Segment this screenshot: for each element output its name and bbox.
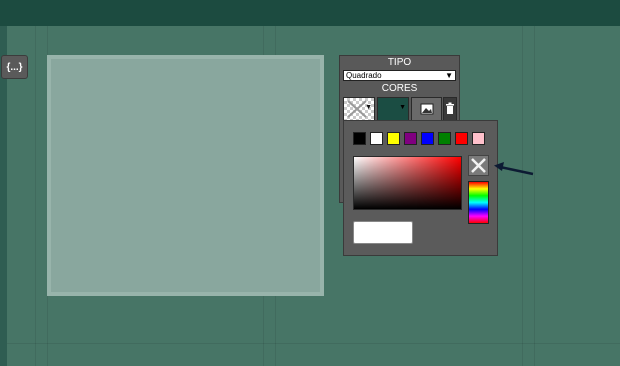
transparent-fill-button[interactable]: ▼ [343,97,375,121]
stroke-color-button[interactable]: ▼ [377,97,409,121]
guide-line [522,26,523,366]
chevron-down-icon: ▼ [445,71,453,80]
guide-line [534,26,535,366]
saturation-value-field[interactable] [353,156,462,210]
clear-color-button[interactable] [468,155,489,176]
preset-swatch-green[interactable] [438,132,451,145]
chevron-down-icon: ▼ [399,104,406,111]
colors-label: CORES [381,83,418,94]
preset-swatch-pink[interactable] [472,132,485,145]
collapse-button[interactable]: {...} [1,55,28,79]
preset-swatch-purple[interactable] [404,132,417,145]
image-icon [420,103,434,115]
preset-swatch-yellow[interactable] [387,132,400,145]
arrow-left-icon [494,162,534,176]
color-picker-popup [343,120,498,256]
preset-swatch-blue[interactable] [421,132,434,145]
hue-slider[interactable] [468,181,489,224]
square-shape[interactable] [47,55,324,296]
delete-button[interactable] [443,97,457,121]
hex-color-input[interactable] [353,221,413,244]
preset-swatch-white[interactable] [370,132,383,145]
preset-swatch-red[interactable] [455,132,468,145]
shape-type-select[interactable]: Quadrado ▼ [343,70,456,81]
type-label: TIPO [387,57,412,68]
close-icon [471,158,486,173]
guide-line [7,343,620,344]
preset-swatch-black[interactable] [353,132,366,145]
top-bar [0,0,620,26]
shape-type-value: Quadrado [346,71,382,80]
guide-line [35,26,36,366]
image-fill-button[interactable] [411,97,442,121]
trash-icon [446,102,454,114]
chevron-down-icon: ▼ [365,104,372,111]
